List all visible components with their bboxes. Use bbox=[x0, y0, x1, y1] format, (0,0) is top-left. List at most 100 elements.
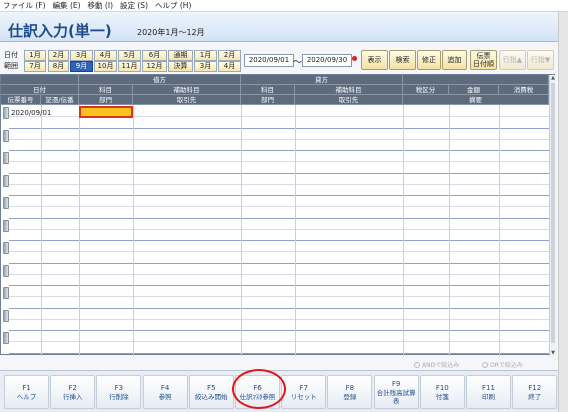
fkey-f6[interactable]: F6 仕訳ﾏｽﾀ参照 bbox=[235, 375, 280, 409]
range-separator: ～ bbox=[293, 58, 303, 68]
fkey-f10[interactable]: F10 付箋 bbox=[419, 375, 465, 409]
month-button[interactable]: 1月 bbox=[24, 50, 46, 61]
entry-divider bbox=[9, 330, 556, 331]
fkey-number: F4 bbox=[160, 383, 170, 392]
month-button[interactable]: 4月 bbox=[94, 50, 117, 61]
entry-divider bbox=[9, 352, 556, 354]
month-button[interactable]: 10月 bbox=[94, 61, 117, 72]
month-button[interactable]: 2月 bbox=[48, 50, 69, 61]
month-button[interactable]: 1月 bbox=[194, 50, 217, 61]
fkey-number: F3 bbox=[114, 383, 124, 392]
menu-help[interactable]: ヘルプ (H) bbox=[155, 0, 191, 11]
window-scrollbar[interactable] bbox=[558, 12, 568, 412]
voucher-date-order-button[interactable]: 伝票 日付順 bbox=[470, 50, 497, 70]
column-divider bbox=[403, 105, 404, 356]
range-label: 範囲 bbox=[4, 62, 18, 70]
and-filter-radio[interactable]: ANDで絞込み bbox=[414, 360, 459, 369]
header-amount: 金額 bbox=[449, 85, 499, 95]
fkey-f11[interactable]: F11 印刷 bbox=[466, 375, 511, 409]
prev-line-button[interactable]: 行指▲ bbox=[499, 50, 526, 70]
month-button[interactable]: 3月 bbox=[70, 50, 93, 61]
header-debit-account: 科目 bbox=[79, 85, 133, 95]
entry-divider bbox=[9, 240, 556, 241]
fkey-label: 登録 bbox=[343, 392, 357, 401]
fkey-f7[interactable]: F7 リセット bbox=[281, 375, 327, 409]
radio-icon bbox=[482, 362, 488, 368]
date-from-field[interactable]: 2020/09/01 bbox=[244, 54, 294, 67]
header-voucher-no: 伝票番号 bbox=[1, 95, 41, 105]
column-divider bbox=[295, 105, 296, 356]
voucher-label: 伝票 bbox=[476, 52, 491, 60]
month-button[interactable]: 8月 bbox=[48, 61, 69, 72]
column-divider bbox=[499, 105, 500, 356]
active-account-cell[interactable] bbox=[79, 106, 133, 118]
entry-divider bbox=[9, 262, 556, 264]
header-debit-sub-account: 補助科目 bbox=[133, 85, 241, 95]
fkey-f8[interactable]: F8 登録 bbox=[327, 375, 373, 409]
fkey-f12[interactable]: F12 終了 bbox=[512, 375, 558, 409]
header-tax-class: 税区分 bbox=[403, 85, 449, 95]
fiscal-period: 2020年1月～12月 bbox=[137, 28, 205, 37]
menu-edit[interactable]: 編集 (E) bbox=[53, 0, 81, 11]
menu-settings[interactable]: 設定 (S) bbox=[120, 0, 148, 11]
column-divider bbox=[79, 105, 80, 356]
month-button[interactable]: 12月 bbox=[142, 61, 167, 72]
header-spacer bbox=[1, 75, 79, 85]
month-button[interactable]: 11月 bbox=[118, 61, 141, 72]
fkey-label: 仕訳ﾏｽﾀ参照 bbox=[239, 392, 276, 401]
month-button[interactable]: 3月 bbox=[194, 61, 217, 72]
search-button[interactable]: 検索 bbox=[389, 50, 416, 70]
entry-divider bbox=[9, 172, 556, 174]
date-label: 日付 bbox=[4, 51, 18, 59]
month-button[interactable]: 9月 bbox=[70, 61, 93, 72]
fkey-label: 行削除 bbox=[109, 392, 129, 401]
correct-button[interactable]: 修正 bbox=[417, 50, 441, 70]
first-row-date[interactable]: 2020/09/01 bbox=[11, 109, 51, 117]
entry-divider bbox=[9, 307, 556, 309]
row-divider bbox=[9, 296, 556, 298]
fkey-f3[interactable]: F3 行削除 bbox=[96, 375, 142, 409]
month-button[interactable]: 6月 bbox=[142, 50, 167, 61]
grid-scrollbar[interactable]: ▲ ▼ bbox=[549, 75, 556, 356]
fkey-f5[interactable]: F5 絞込み開始 bbox=[188, 375, 234, 409]
month-button[interactable]: 通期 bbox=[168, 50, 193, 61]
menu-file[interactable]: ファイル (F) bbox=[3, 0, 46, 11]
next-line-button[interactable]: 行指▼ bbox=[527, 50, 554, 70]
journal-grid[interactable]: 借方 貸方 日付 科目 補助科目 科目 補助科目 税区分 金額 消費税 伝票番号… bbox=[0, 74, 556, 356]
fkey-number: F2 bbox=[68, 383, 77, 392]
fkey-f9[interactable]: F9 合計残高試算表 bbox=[373, 375, 419, 409]
menu-move[interactable]: 移動 (I) bbox=[88, 0, 113, 11]
header-credit-sub-account: 補助科目 bbox=[295, 85, 403, 95]
header-date: 日付 bbox=[1, 85, 79, 95]
fkey-number: F9 bbox=[391, 379, 401, 388]
scroll-up-icon[interactable]: ▲ bbox=[550, 75, 556, 81]
fkey-label: 終了 bbox=[528, 392, 542, 401]
month-button[interactable]: 5月 bbox=[118, 50, 141, 61]
fkey-number: F7 bbox=[299, 383, 308, 392]
scroll-down-icon[interactable]: ▼ bbox=[550, 350, 556, 356]
row-divider bbox=[9, 206, 556, 208]
header-credit-dept: 部門 bbox=[241, 95, 295, 105]
display-button[interactable]: 表示 bbox=[361, 50, 388, 70]
month-button[interactable]: 4月 bbox=[218, 61, 241, 72]
month-button[interactable]: 2月 bbox=[218, 50, 241, 61]
header-spacer-right bbox=[403, 75, 549, 85]
fkey-label: 付箋 bbox=[435, 392, 449, 401]
date-to-field[interactable]: 2020/09/30 bbox=[302, 54, 352, 67]
scroll-thumb[interactable] bbox=[551, 83, 555, 343]
entry-divider bbox=[9, 217, 556, 219]
add-button[interactable]: 追加 bbox=[442, 50, 467, 70]
column-divider bbox=[241, 105, 242, 356]
header-debit: 借方 bbox=[79, 75, 241, 85]
fkey-f4[interactable]: F4 参照 bbox=[142, 375, 188, 409]
month-button[interactable]: 7月 bbox=[24, 61, 46, 72]
header-debit-partner: 取引先 bbox=[133, 95, 241, 105]
month-button[interactable]: 決算 bbox=[168, 61, 193, 72]
fkey-f1[interactable]: F1 ヘルプ bbox=[4, 375, 49, 409]
or-filter-label: ORで絞込み bbox=[490, 362, 523, 369]
fkey-label: 行挿入 bbox=[62, 392, 83, 401]
row-divider bbox=[9, 138, 556, 140]
row-divider bbox=[9, 318, 556, 320]
or-filter-radio[interactable]: ORで絞込み bbox=[482, 360, 523, 369]
fkey-f2[interactable]: F2 行挿入 bbox=[50, 375, 96, 409]
